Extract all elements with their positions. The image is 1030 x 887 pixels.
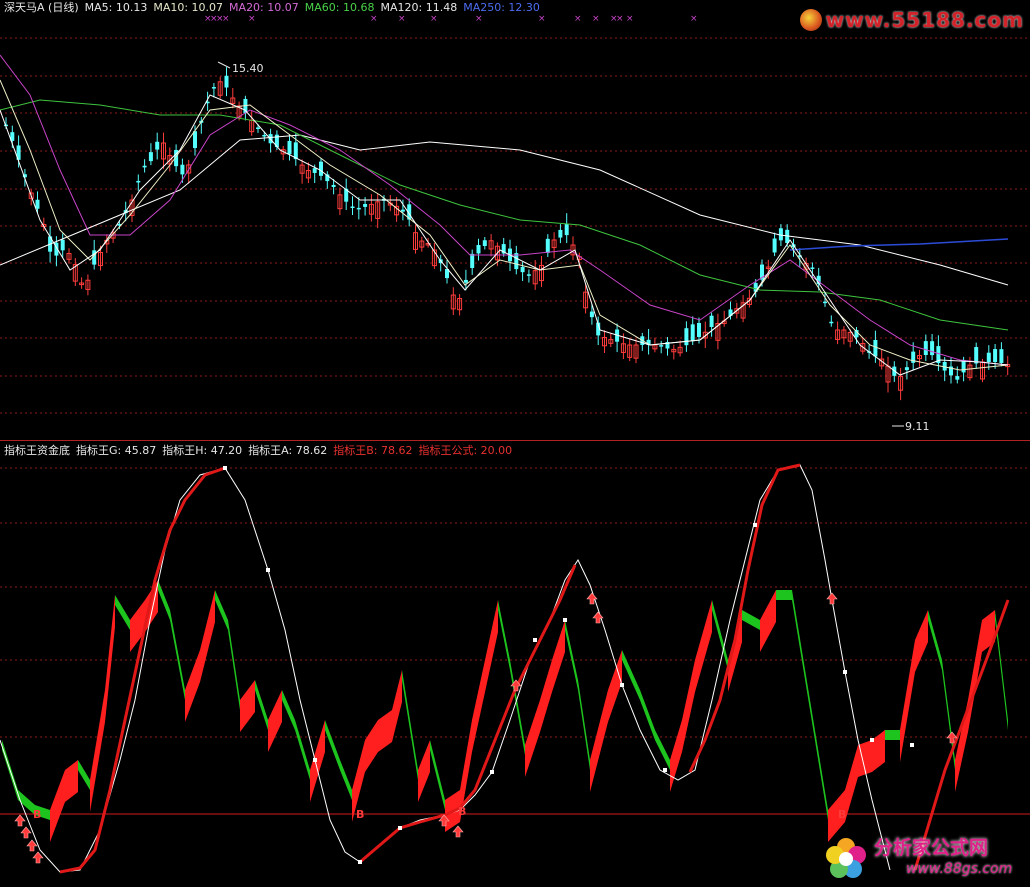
band-down-segment	[78, 760, 90, 790]
band-up-segment	[872, 730, 885, 772]
watermark-site-name: 分析家公式网	[874, 837, 989, 859]
indicator-point-marker	[870, 738, 874, 742]
band-up-segment	[185, 650, 200, 722]
band-up-segment	[90, 690, 105, 812]
band-up-segment	[268, 690, 282, 752]
band-up-segment	[682, 660, 695, 752]
band-up-segment	[540, 660, 552, 732]
indicator-point-marker	[620, 683, 624, 687]
band-up-segment	[240, 680, 255, 732]
indicator-point-marker	[533, 638, 537, 642]
buy-signal-label: B	[838, 808, 846, 821]
buy-arrow-icon	[20, 826, 32, 839]
indicator-point-marker	[490, 770, 494, 774]
buy-arrow-icon	[26, 839, 38, 852]
band-up-segment	[200, 590, 215, 682]
band-up-segment	[105, 595, 115, 722]
indicator-point-marker	[843, 670, 847, 674]
indicator-point-marker	[663, 768, 667, 772]
indicator-chart[interactable]: BBBB	[0, 0, 1030, 887]
indicator-point-marker	[398, 826, 402, 830]
band-up-segment	[65, 760, 78, 802]
indicator-point-marker	[753, 523, 757, 527]
band-up-segment	[50, 770, 65, 842]
buy-arrow-icon	[452, 825, 464, 838]
watermark-url: www.55188.com	[825, 8, 1024, 32]
band-down-segment	[565, 620, 578, 690]
band-up-segment	[365, 720, 378, 772]
band-up-segment	[590, 690, 608, 792]
band-down-segment	[115, 595, 130, 630]
band-down-segment	[340, 760, 352, 800]
band-up-segment	[392, 670, 402, 742]
site-logo-icon	[799, 9, 822, 31]
band-up-segment	[525, 700, 540, 777]
buy-arrow-icon	[592, 611, 604, 624]
band-down-segment	[430, 740, 445, 810]
band-up-segment	[670, 720, 682, 792]
buy-signal-label: B	[356, 808, 364, 821]
band-up-segment	[695, 600, 712, 692]
band-up-segment	[472, 660, 485, 752]
band-down-segment	[282, 690, 295, 730]
band-down-segment	[776, 590, 792, 600]
band-down-segment	[928, 610, 942, 670]
band-up-segment	[378, 710, 392, 752]
band-down-segment	[158, 580, 170, 620]
band-down-segment	[578, 680, 590, 770]
band-up-segment	[915, 610, 928, 672]
buy-signal-label: B	[33, 808, 41, 821]
buy-arrow-icon	[826, 592, 838, 605]
band-down-segment	[498, 600, 510, 670]
band-down-segment	[215, 590, 228, 630]
stock-chart-window: 深天马A (日线) MA5: 10.13 MA10: 10.07 MA20: 10.0…	[0, 0, 1030, 887]
band-down-segment	[402, 670, 418, 780]
band-down-segment	[885, 730, 900, 740]
band-down-segment	[810, 700, 828, 820]
band-up-segment	[845, 745, 858, 822]
indicator-point-marker	[313, 758, 317, 762]
buy-arrow-icon	[14, 814, 26, 827]
band-up-segment	[728, 610, 742, 692]
indicator-point-marker	[266, 568, 270, 572]
band-down-segment	[640, 690, 655, 740]
indicator-point-marker	[910, 743, 914, 747]
band-down-segment	[792, 590, 810, 710]
band-down-segment	[325, 720, 340, 770]
band-down-segment	[228, 620, 240, 710]
indicator-point-marker	[358, 860, 362, 864]
band-up-segment	[552, 620, 565, 692]
buy-arrow-icon	[32, 851, 44, 864]
band-down-segment	[170, 610, 185, 700]
band-down-segment	[742, 610, 760, 630]
watermark-url: www.88gs.com	[906, 861, 1013, 877]
band-down-segment	[942, 660, 955, 770]
buy-signal-label: B	[458, 805, 466, 818]
band-up-segment	[418, 740, 430, 802]
bottom-watermark: 分析家公式网 www.88gs.com	[822, 831, 1022, 883]
top-watermark: www.55188.com	[799, 6, 1024, 34]
indicator-point-marker	[563, 618, 567, 622]
indicator-point-marker	[223, 466, 227, 470]
band-up-segment	[760, 590, 776, 652]
flower-logo-icon	[826, 838, 866, 878]
band-down-segment	[255, 680, 268, 730]
band-up-segment	[485, 600, 498, 692]
